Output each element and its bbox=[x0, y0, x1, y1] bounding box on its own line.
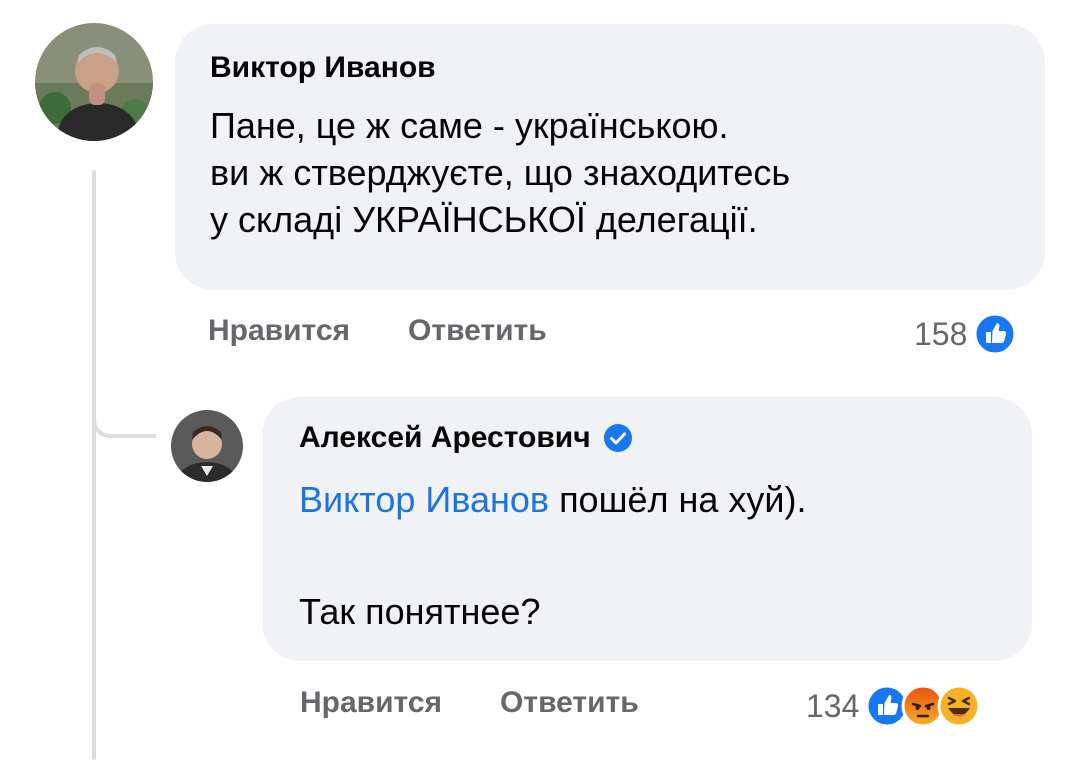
comment-author-row: Алексей Арестович bbox=[299, 420, 996, 456]
reaction-summary[interactable]: 134 bbox=[806, 684, 981, 728]
haha-icon bbox=[937, 684, 981, 728]
comment-text-second: Так понятнее? bbox=[299, 591, 541, 632]
comment-bubble: Алексей Арестович Виктор Иванов пошёл на… bbox=[262, 397, 1032, 661]
comment-text: Пане, це ж саме - українською. ви ж стве… bbox=[210, 105, 791, 240]
avatar[interactable] bbox=[171, 410, 243, 482]
reply-button[interactable]: Ответить bbox=[408, 314, 547, 348]
comment-bubble: Виктор Иванов Пане, це ж саме - українсь… bbox=[175, 24, 1045, 290]
comment-text: Виктор Иванов пошёл на хуй). bbox=[299, 472, 996, 528]
like-icon bbox=[973, 312, 1017, 356]
verified-badge-icon bbox=[603, 423, 633, 453]
mention-link[interactable]: Виктор Иванов bbox=[299, 479, 549, 520]
comment-actions: Нравится Ответить bbox=[300, 686, 697, 720]
comment-actions: Нравится Ответить bbox=[208, 314, 605, 348]
reply-connector bbox=[92, 388, 156, 438]
like-button[interactable]: Нравится bbox=[300, 686, 442, 720]
reaction-count: 134 bbox=[806, 687, 860, 724]
avatar[interactable] bbox=[35, 23, 153, 141]
comment-author[interactable]: Алексей Арестович bbox=[299, 420, 591, 456]
comment-author[interactable]: Виктор Иванов bbox=[210, 50, 1009, 86]
thread-line bbox=[92, 170, 96, 760]
comment-text-rest: пошёл на хуй). bbox=[549, 479, 807, 520]
like-button[interactable]: Нравится bbox=[208, 314, 350, 348]
reply-button[interactable]: Ответить bbox=[500, 686, 639, 720]
reaction-summary[interactable]: 158 bbox=[914, 312, 1017, 356]
reaction-count: 158 bbox=[914, 315, 968, 352]
